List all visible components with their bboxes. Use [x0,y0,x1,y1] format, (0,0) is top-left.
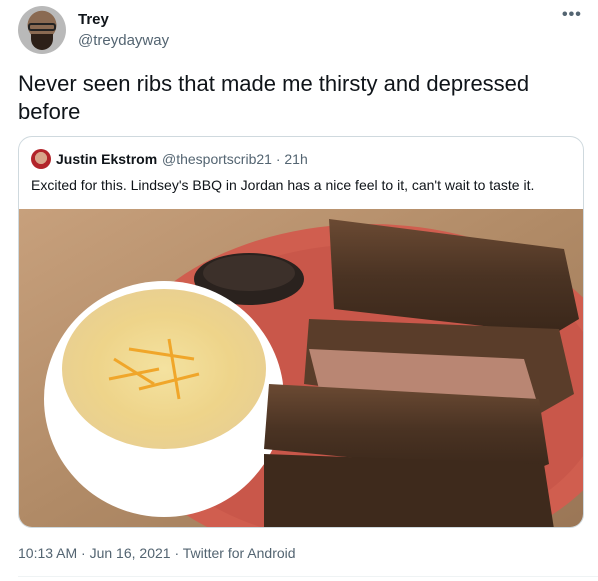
more-horizontal-icon[interactable]: ••• [562,6,582,24]
author-handle[interactable]: @treydayway [78,32,169,49]
quoted-tweet[interactable]: Justin Ekstrom @thesportscrib21 · 21h Ex… [18,136,584,528]
tweet: Trey @treydayway ••• Never seen ribs tha… [0,0,598,581]
quoted-author-name: Justin Ekstrom [56,151,158,167]
avatar-beard [31,34,53,50]
tweet-text: Never seen ribs that made me thirsty and… [18,71,530,124]
rib-4 [264,454,554,527]
quoted-tweet-text: Excited for this. Lindsey's BBQ in Jorda… [31,177,535,193]
quoted-author-handle: @thesportscrib21 · 21h [162,151,308,167]
divider [18,576,598,577]
avatar-glasses [28,23,56,31]
mac-and-cheese [62,289,266,449]
quoted-photo[interactable] [19,209,584,528]
author-name[interactable]: Trey [78,11,109,28]
quoted-author-avatar [31,149,51,169]
author-avatar[interactable] [18,6,66,54]
sauce-cup-lid [203,255,295,291]
tweet-timestamp[interactable]: 10:13 AM · Jun 16, 2021 · Twitter for An… [18,545,296,561]
